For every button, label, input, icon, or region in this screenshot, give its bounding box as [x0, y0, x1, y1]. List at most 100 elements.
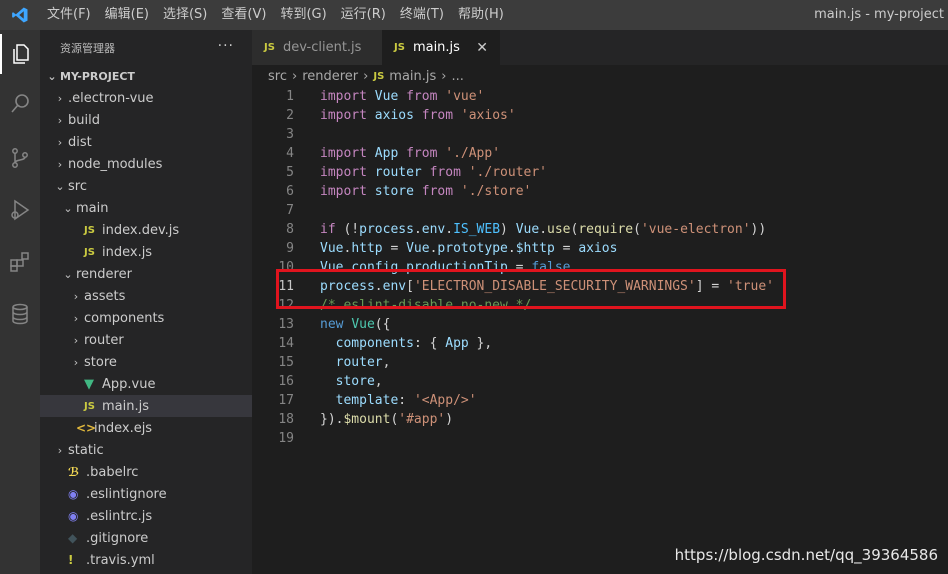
extensions-icon[interactable] [0, 242, 40, 282]
code-editor[interactable]: 1 import Vue from 'vue' 2 import axios from… [252, 87, 948, 574]
tab-dev-client-js[interactable]: JS dev-client.js [252, 30, 382, 65]
project-root[interactable]: ⌄ MY-PROJECT [40, 65, 252, 87]
code-token: ( [633, 222, 641, 237]
chevron-down-icon: ⌄ [47, 69, 57, 83]
code-content: }).$mount('#app') [320, 410, 453, 429]
tree-item-label: main [76, 200, 109, 216]
js-file-icon: JS [84, 246, 95, 258]
source-control-icon[interactable] [0, 138, 40, 178]
js-file-icon: JS [373, 70, 385, 82]
code-token: import [320, 89, 367, 104]
close-icon[interactable]: ✕ [476, 40, 488, 56]
code-token: import [320, 108, 367, 123]
code-line: 15 router, [252, 353, 948, 372]
menu-item[interactable]: 文件(F) [40, 0, 98, 30]
code-line: 14 components: { App }, [252, 334, 948, 353]
tree-item-label: .babelrc [86, 464, 139, 480]
menu-item[interactable]: 选择(S) [156, 0, 214, 30]
breadcrumb-item[interactable]: ... [451, 69, 463, 84]
menu-item[interactable]: 转到(G) [273, 0, 333, 30]
tree-item-label: src [68, 178, 87, 194]
tree-file[interactable]: ◉ .eslintrc.js [40, 505, 252, 527]
code-content: if (!process.env.IS_WEB) Vue.use(require… [320, 220, 766, 239]
chevron-right-icon: › [73, 355, 79, 369]
file-tree: › .electron-vue › build › dist › node_modules ⌄ s… [40, 87, 252, 571]
tree-folder[interactable]: › node_modules [40, 153, 252, 175]
code-token: : { [413, 336, 446, 351]
chevron-right-icon: › [363, 68, 369, 84]
code-line: 8 if (!process.env.IS_WEB) Vue.use(requir… [252, 220, 948, 239]
tree-file[interactable]: JS index.js [40, 241, 252, 263]
travis-file-icon: ! [68, 553, 74, 567]
code-token: . [445, 222, 454, 237]
watermark: https://blog.csdn.net/qq_39364586 [674, 546, 938, 564]
breadcrumb-item[interactable]: main.js [389, 69, 436, 84]
tree-folder[interactable]: › store [40, 351, 252, 373]
tree-folder[interactable]: ⌄ main [40, 197, 252, 219]
tree-folder[interactable]: › components [40, 307, 252, 329]
tree-folder[interactable]: › static [40, 439, 252, 461]
tree-item-label: main.js [102, 398, 149, 414]
menu-item[interactable]: 编辑(E) [98, 0, 156, 30]
editor-tabs: JS dev-client.js JS main.js ✕ [252, 30, 948, 65]
tree-folder[interactable]: › .electron-vue [40, 87, 252, 109]
tree-item-label: index.dev.js [102, 222, 180, 238]
code-token: 'vue-electron' [640, 222, 751, 237]
tree-item-label: node_modules [68, 156, 163, 172]
more-actions-icon[interactable]: ··· [218, 38, 234, 54]
tree-file[interactable]: JS index.dev.js [40, 219, 252, 241]
tree-file[interactable]: ◆ .gitignore [40, 527, 252, 549]
menu-item[interactable]: 帮助(H) [451, 0, 511, 30]
breadcrumb-item[interactable]: renderer [302, 69, 358, 84]
code-token: router [374, 165, 422, 180]
chevron-down-icon: ⌄ [55, 179, 65, 193]
tree-file[interactable]: JS main.js [40, 395, 252, 417]
line-number: 3 [286, 127, 294, 142]
menu-item[interactable]: 终端(T) [393, 0, 451, 30]
tree-item-label: .eslintignore [86, 486, 167, 502]
tree-file[interactable]: ▼ App.vue [40, 373, 252, 395]
tree-file[interactable]: <> index.ejs [40, 417, 252, 439]
code-token: , [374, 374, 383, 389]
code-token: from [406, 146, 438, 161]
line-number: 15 [278, 355, 294, 370]
chevron-down-icon: ⌄ [63, 267, 73, 281]
explorer-sidebar: 资源管理器 ··· ⌄ MY-PROJECT › .electron-vue › bu… [40, 30, 252, 574]
code-token: IS_WEB [453, 222, 501, 237]
code-token: }). [320, 412, 344, 427]
menu-item[interactable]: 查看(V) [214, 0, 273, 30]
code-content: router, [320, 353, 391, 372]
search-icon[interactable] [0, 84, 40, 124]
menu-item[interactable]: 运行(R) [334, 0, 393, 30]
tree-file[interactable]: ℬ .babelrc [40, 461, 252, 483]
code-token: ) [445, 412, 454, 427]
tree-folder[interactable]: ⌄ renderer [40, 263, 252, 285]
line-number: 19 [278, 431, 294, 446]
tree-folder[interactable]: › router [40, 329, 252, 351]
eslint-file-icon: ◉ [68, 509, 79, 523]
explorer-icon[interactable] [0, 34, 40, 74]
tree-folder[interactable]: › dist [40, 131, 252, 153]
run-debug-icon[interactable] [0, 190, 40, 230]
explorer-header: 资源管理器 ··· [40, 30, 252, 65]
tree-item-label: assets [84, 288, 126, 304]
database-icon[interactable] [0, 294, 40, 334]
tree-item-label: dist [68, 134, 92, 150]
tab-main-js[interactable]: JS main.js ✕ [382, 30, 500, 65]
breadcrumb-item[interactable]: src [268, 69, 287, 84]
tree-folder[interactable]: ⌄ src [40, 175, 252, 197]
code-token: store [335, 374, 375, 389]
babel-file-icon: ℬ [68, 465, 80, 479]
chevron-right-icon: › [73, 311, 79, 325]
code-content: import router from './router' [320, 163, 547, 182]
tree-folder[interactable]: › build [40, 109, 252, 131]
chevron-right-icon: › [73, 333, 79, 347]
tree-folder[interactable]: › assets [40, 285, 252, 307]
tree-file[interactable]: ◉ .eslintignore [40, 483, 252, 505]
tree-file[interactable]: ! .travis.yml [40, 549, 252, 571]
